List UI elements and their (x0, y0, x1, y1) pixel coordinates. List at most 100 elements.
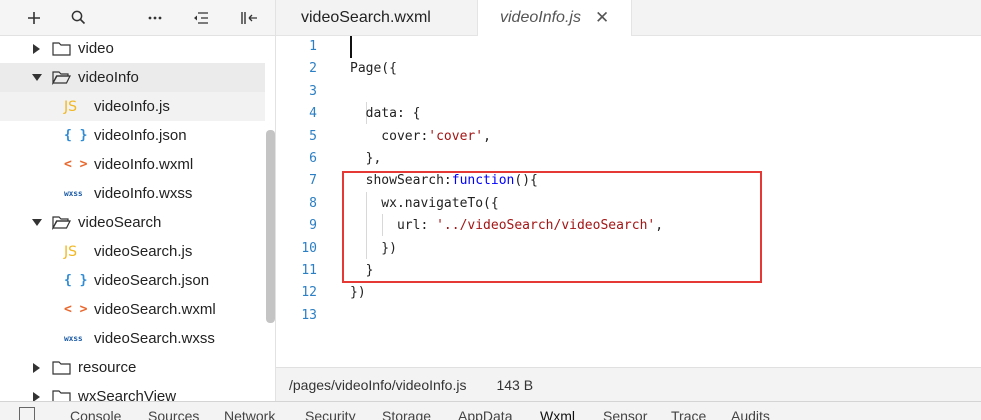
file-size: 143 B (496, 377, 534, 393)
chevron-right-icon[interactable] (30, 362, 44, 373)
devtools-tab-sources[interactable]: Sources (148, 408, 199, 420)
code-token: , (655, 218, 664, 234)
tree-item-videosearch-json[interactable]: { } videoSearch.json (0, 266, 265, 295)
tree-item-label: videoSearch.json (94, 272, 210, 289)
tree-item-label: wxSearchView (78, 388, 177, 401)
chevron-down-icon[interactable] (30, 73, 44, 82)
collapse-icon[interactable] (186, 0, 216, 35)
code-token: } (350, 263, 374, 278)
tab-label: videoInfo.js (500, 9, 581, 26)
tree-item-videoinfo-wxss[interactable]: wxss videoInfo.wxss (0, 179, 265, 208)
code-token: }, (350, 151, 382, 166)
tree-item-resource[interactable]: resource (0, 353, 265, 382)
tree-item-label: videoSearch.wxml (94, 301, 216, 318)
line-number: 9 (309, 218, 317, 234)
code-token: (){ (514, 173, 538, 189)
code-line: }, (350, 151, 382, 166)
devtools-tab-console[interactable]: Console (70, 408, 121, 420)
status-bar: /pages/videoInfo/videoInfo.js 143 B (276, 367, 981, 402)
search-icon[interactable] (63, 0, 93, 35)
folder-icon (52, 389, 74, 401)
line-number: 6 (309, 151, 317, 166)
line-number: 1 (309, 39, 317, 54)
tree-item-label: videoInfo.wxss (94, 185, 193, 202)
code-token: , (483, 128, 491, 144)
tree-item-wxsearchview[interactable]: wxSearchView (0, 382, 265, 401)
folder-open-icon (52, 70, 74, 85)
chevron-down-icon[interactable] (30, 218, 44, 227)
file-explorer: video videoInfo JS videoInfo.js{ } videoInfo… (0, 0, 276, 401)
tree-item-label: videoInfo (78, 69, 139, 86)
text-cursor (350, 36, 352, 58)
folder-open-icon (52, 215, 74, 230)
line-number: 12 (301, 285, 317, 301)
chevron-right-icon[interactable] (30, 391, 44, 401)
folder-icon (52, 360, 74, 375)
tree-item-label: videoInfo.json (94, 127, 187, 144)
code-token: cover: (350, 128, 429, 144)
more-icon[interactable] (140, 0, 170, 35)
tree-item-label: videoSearch.js (94, 243, 193, 260)
code-token: wx.navigateTo({ (350, 195, 499, 211)
sidebar-scrollbar[interactable] (266, 130, 275, 323)
code-line: cover:'cover', (350, 129, 491, 144)
tree-item-videosearch-wxss[interactable]: wxss videoSearch.wxss (0, 324, 265, 353)
hide-sidebar-icon[interactable] (234, 0, 264, 35)
file-path: /pages/videoInfo/videoInfo.js (289, 377, 467, 393)
tree-item-label: videoInfo.js (94, 98, 170, 115)
close-icon[interactable]: ✕ (595, 8, 609, 28)
wxss-file-icon: wxss (64, 189, 83, 198)
line-number: 13 (301, 307, 317, 323)
code-line: url: '../videoSearch/videoSearch', (350, 218, 663, 233)
tree-item-videosearch-wxml[interactable]: < > videoSearch.wxml (0, 295, 265, 324)
tree-item-label: videoInfo.wxml (94, 156, 194, 173)
panel-toggle-icon[interactable] (19, 407, 35, 420)
explorer-toolbar (0, 0, 275, 36)
tree-item-videoinfo-json[interactable]: { } videoInfo.json (0, 121, 265, 150)
tree-item-videosearch[interactable]: videoSearch (0, 208, 265, 237)
line-number: 4 (309, 106, 317, 122)
wxml-file-icon: < > (64, 157, 88, 172)
devtools-tab-security[interactable]: Security (305, 408, 356, 420)
devtools-tab-appdata[interactable]: AppData (458, 408, 512, 420)
devtools-tab-storage[interactable]: Storage (382, 408, 431, 420)
code-token: showSearch: (350, 173, 452, 189)
code-line: } (350, 263, 374, 278)
tree-item-videoinfo-wxml[interactable]: < > videoInfo.wxml (0, 150, 265, 179)
devtools-tab-wxml[interactable]: Wxml (540, 408, 575, 420)
code-line: Page({ (350, 61, 397, 76)
code-token: 'cover' (428, 128, 484, 144)
tree-item-label: resource (78, 359, 137, 376)
code-line: }) (350, 241, 397, 256)
editor-tabs: videoSearch.wxml videoInfo.js ✕ (276, 0, 981, 36)
tree-item-label: videoSearch.wxss (94, 330, 215, 347)
tree-item-label: videoSearch (78, 214, 162, 231)
tree-item-videosearch-js[interactable]: JS videoSearch.js (0, 237, 265, 266)
wxml-file-icon: < > (64, 302, 88, 317)
devtools-tab-audits[interactable]: Audits (731, 408, 770, 420)
devtools-tab-network[interactable]: Network (224, 408, 275, 420)
code-line: }) (350, 285, 366, 300)
plus-icon[interactable] (19, 0, 49, 35)
tab-videosearch-wxml[interactable]: videoSearch.wxml (301, 0, 431, 35)
tree-item-videoinfo-js[interactable]: JS videoInfo.js (0, 92, 265, 121)
code-token: url: (350, 218, 437, 234)
code-area[interactable]: 1 2 Page({3 4 data: {5 cover:'cover', 6 }, 7 … (276, 36, 981, 367)
code-line: data: { (350, 106, 421, 121)
tree-item-videoinfo[interactable]: videoInfo (0, 63, 265, 92)
line-number: 10 (301, 240, 317, 256)
line-number: 7 (309, 173, 317, 189)
devtools-tabbar: Console Sources Network Security Storage AppD… (0, 401, 981, 420)
code-editor: videoSearch.wxml videoInfo.js ✕ 1 2 Page({… (276, 0, 981, 402)
code-token: Page({ (350, 61, 397, 77)
chevron-right-icon[interactable] (30, 43, 44, 54)
code-line: showSearch:function(){ (350, 173, 538, 188)
devtools-tab-trace[interactable]: Trace (671, 408, 706, 420)
line-number: 8 (309, 195, 317, 211)
devtools-tab-sensor[interactable]: Sensor (603, 408, 647, 420)
tree-item-video[interactable]: video (0, 34, 265, 63)
tab-videoinfo-js[interactable]: videoInfo.js ✕ (477, 0, 632, 36)
tree-item-label: video (78, 40, 114, 57)
line-number: 11 (301, 263, 317, 278)
code-token: function (451, 173, 515, 189)
